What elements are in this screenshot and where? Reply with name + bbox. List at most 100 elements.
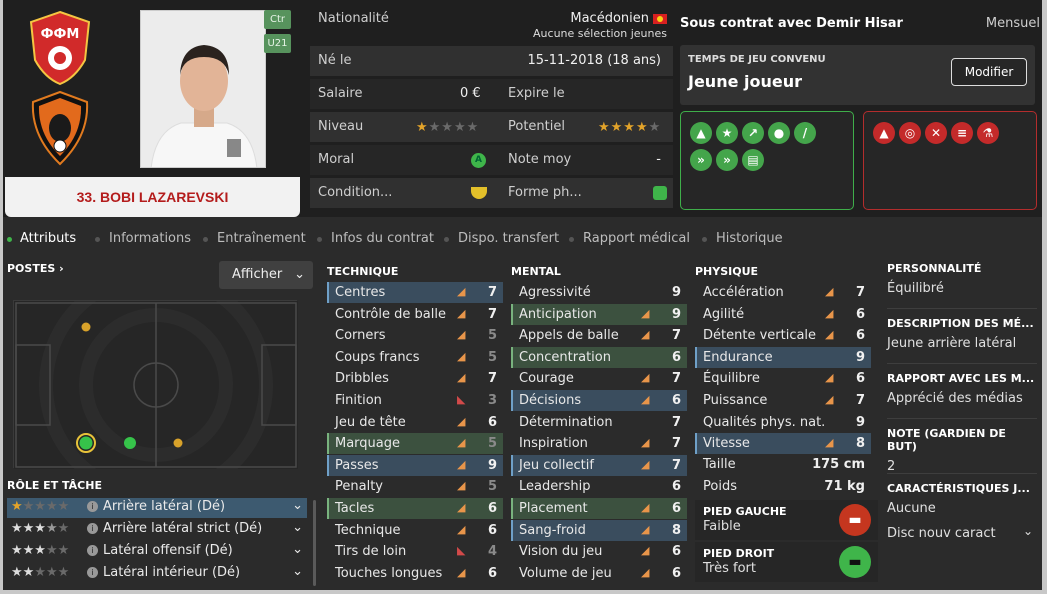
- tab-medical-report[interactable]: Rapport médical: [583, 231, 690, 246]
- attribute-row[interactable]: Jeu collectif ◢ 7: [511, 454, 687, 476]
- display-dropdown[interactable]: Afficher ⌄: [219, 261, 313, 289]
- attribute-row[interactable]: Finition ◣ 3: [327, 390, 503, 411]
- attribute-row[interactable]: Vitesse ◢ 8: [695, 433, 871, 455]
- attribute-name: Puissance: [703, 393, 768, 408]
- match-fitness-icon[interactable]: [653, 186, 667, 200]
- attribute-value: 6: [487, 565, 497, 581]
- position-badge-ctr[interactable]: Ctr: [264, 10, 291, 29]
- position-dot-natural[interactable]: [79, 436, 93, 450]
- height-label: Taille: [703, 457, 736, 472]
- attribute-row[interactable]: Corners ◢ 5: [327, 325, 503, 346]
- position-dot[interactable]: [173, 438, 183, 448]
- player-name: 33. BOBI LAZAREVSKI: [5, 177, 300, 217]
- attribute-row[interactable]: Concentration 6: [511, 346, 687, 368]
- attribute-name: Endurance: [703, 349, 773, 365]
- modify-button[interactable]: Modifier: [951, 58, 1027, 86]
- weakness-icon-2[interactable]: ◎: [899, 122, 921, 144]
- attribute-row[interactable]: Coups francs ◢ 5: [327, 347, 503, 368]
- attribute-row[interactable]: Sang-froid ◢ 8: [511, 519, 687, 541]
- position-badge-u21[interactable]: U21: [264, 34, 291, 53]
- attribute-row[interactable]: Dribbles ◢ 7: [327, 368, 503, 389]
- position-dot[interactable]: [124, 437, 136, 449]
- attribute-row[interactable]: Qualités phys. nat. 9: [695, 412, 871, 433]
- chevron-down-icon[interactable]: ⌄: [292, 520, 303, 535]
- strength-icon-7[interactable]: »: [716, 149, 738, 171]
- strength-icon-5[interactable]: /: [794, 122, 816, 144]
- attribute-row[interactable]: Jeu de tête ◢ 6: [327, 412, 503, 433]
- attribute-row[interactable]: Centres ◢ 7: [327, 282, 503, 303]
- attribute-name: Technique: [335, 522, 401, 538]
- info-icon[interactable]: i: [87, 501, 98, 512]
- attribute-row[interactable]: Vision du jeu ◢ 6: [511, 541, 687, 562]
- positions-title[interactable]: POSTES ›: [7, 262, 64, 275]
- add-trait-dropdown[interactable]: Disc nouv caract ⌄: [887, 524, 1037, 546]
- attribute-row[interactable]: Marquage ◢ 5: [327, 433, 503, 455]
- attribute-row[interactable]: Décisions ◢ 6: [511, 390, 687, 411]
- roles-scrollbar[interactable]: [313, 500, 316, 586]
- attribute-row[interactable]: Tirs de loin ◣ 4: [327, 541, 503, 562]
- weakness-icon-5[interactable]: ⚗: [977, 122, 999, 144]
- info-icon[interactable]: i: [87, 567, 98, 578]
- condition-heart-icon[interactable]: [471, 187, 487, 199]
- player-header: ФФМ Ctr U21 33. BOBI LAZAREVSKI National…: [3, 0, 1042, 217]
- attribute-value: 3: [487, 393, 497, 408]
- salary-value: 0 €: [460, 86, 481, 101]
- strength-icon-6[interactable]: »: [690, 149, 712, 171]
- attribute-row[interactable]: Placement ◢ 6: [511, 498, 687, 519]
- tab-information[interactable]: Informations: [109, 231, 191, 246]
- attribute-row[interactable]: Puissance ◢ 7: [695, 390, 871, 411]
- strength-icon-8[interactable]: ▤: [742, 149, 764, 171]
- attribute-value: 7: [855, 285, 865, 300]
- attribute-row[interactable]: Technique ◢ 6: [327, 520, 503, 541]
- attribute-row[interactable]: Contrôle de balle ◢ 7: [327, 304, 503, 325]
- attribute-row[interactable]: Détente verticale ◢ 6: [695, 325, 871, 346]
- attribute-name: Agressivité: [519, 285, 591, 300]
- club-crest[interactable]: [25, 88, 95, 168]
- role-row[interactable]: ★★★★★ i Arrière latéral strict (Dé) ⌄: [7, 520, 307, 540]
- attribute-row[interactable]: Courage ◢ 7: [511, 368, 687, 389]
- attribute-row[interactable]: Accélération ◢ 7: [695, 282, 871, 303]
- attribute-name: Tacles: [335, 501, 375, 516]
- morale-icon[interactable]: A: [471, 153, 486, 168]
- national-team-crest[interactable]: ФФМ: [25, 8, 95, 88]
- tab-history[interactable]: Historique: [716, 231, 783, 246]
- attribute-row[interactable]: Touches longues ◢ 6: [327, 563, 503, 584]
- weakness-icon-1[interactable]: ▲: [873, 122, 895, 144]
- attribute-row[interactable]: Agilité ◢ 6: [695, 304, 871, 325]
- attribute-row[interactable]: Agressivité 9: [511, 282, 687, 303]
- info-icon[interactable]: i: [87, 523, 98, 534]
- info-icon[interactable]: i: [87, 545, 98, 556]
- strength-icon-1[interactable]: ▲: [690, 122, 712, 144]
- attribute-row[interactable]: Passes ◢ 9: [327, 454, 503, 476]
- tab-transfer-status[interactable]: Dispo. transfert: [458, 231, 559, 246]
- attribute-row[interactable]: Leadership 6: [511, 476, 687, 497]
- strength-icon-3[interactable]: ↗: [742, 122, 764, 144]
- attribute-row[interactable]: Volume de jeu ◢ 6: [511, 563, 687, 584]
- avg-rating-label: Note moy: [508, 152, 572, 167]
- attribute-row[interactable]: Tacles ◢ 6: [327, 498, 503, 519]
- tab-attributes[interactable]: Attributs: [20, 231, 76, 246]
- weakness-icon-4[interactable]: ≡: [951, 122, 973, 144]
- chevron-down-icon[interactable]: ⌄: [292, 542, 303, 557]
- tab-training[interactable]: Entraînement: [217, 231, 306, 246]
- attribute-value: 6: [855, 306, 865, 322]
- attribute-row[interactable]: Appels de balle ◢ 7: [511, 325, 687, 346]
- chevron-down-icon[interactable]: ⌄: [292, 498, 303, 513]
- weakness-icon-3[interactable]: ✕: [925, 122, 947, 144]
- attribute-row[interactable]: Équilibre ◢ 6: [695, 368, 871, 389]
- strength-icon-2[interactable]: ★: [716, 122, 738, 144]
- role-row[interactable]: ★★★★★ i Latéral intérieur (Dé) ⌄: [7, 564, 307, 584]
- tab-contract-info[interactable]: Infos du contrat: [331, 231, 434, 246]
- chevron-down-icon[interactable]: ⌄: [292, 564, 303, 579]
- role-row[interactable]: ★★★★★ i Arrière latéral (Dé) ⌄: [7, 498, 307, 518]
- tab-dot: [317, 237, 322, 242]
- strength-icon-4[interactable]: ●: [768, 122, 790, 144]
- attribute-row[interactable]: Détermination 7: [511, 412, 687, 433]
- attribute-row[interactable]: Inspiration ◢ 7: [511, 433, 687, 454]
- attribute-name: Finition: [335, 393, 382, 408]
- role-row[interactable]: ★★★★★ i Latéral offensif (Dé) ⌄: [7, 542, 307, 562]
- attribute-row[interactable]: Endurance 9: [695, 346, 871, 368]
- position-dot[interactable]: [81, 322, 91, 332]
- attribute-row[interactable]: Penalty ◢ 5: [327, 476, 503, 497]
- attribute-row[interactable]: Anticipation ◢ 9: [511, 303, 687, 325]
